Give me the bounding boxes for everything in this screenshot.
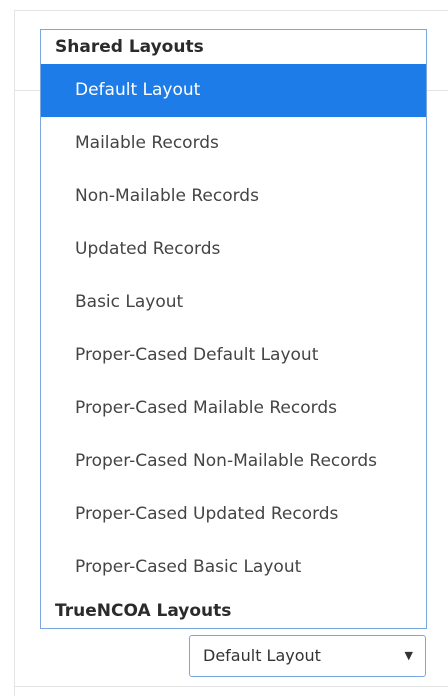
option-mailable-records[interactable]: Mailable Records: [41, 117, 426, 170]
panel-border-top: [14, 10, 448, 11]
option-non-mailable-records[interactable]: Non-Mailable Records: [41, 170, 426, 223]
layout-select[interactable]: Default Layout ▼: [189, 635, 426, 677]
option-proper-cased-basic-layout[interactable]: Proper-Cased Basic Layout: [41, 541, 426, 594]
group-header-truencoa-layouts: TrueNCOA Layouts: [55, 601, 232, 621]
divider-line: [14, 686, 448, 687]
option-proper-cased-mailable-records[interactable]: Proper-Cased Mailable Records: [41, 382, 426, 435]
option-proper-cased-default-layout[interactable]: Proper-Cased Default Layout: [41, 329, 426, 382]
layout-dropdown-list: Shared Layouts Default Layout Mailable R…: [40, 29, 427, 629]
option-proper-cased-updated-records[interactable]: Proper-Cased Updated Records: [41, 488, 426, 541]
option-updated-records[interactable]: Updated Records: [41, 223, 426, 276]
chevron-down-icon: ▼: [404, 649, 413, 662]
divider-line: [427, 90, 448, 91]
divider-line: [14, 90, 40, 91]
group-header-shared-layouts: Shared Layouts: [55, 37, 204, 57]
option-proper-cased-non-mailable-records[interactable]: Proper-Cased Non-Mailable Records: [41, 435, 426, 488]
option-basic-layout[interactable]: Basic Layout: [41, 276, 426, 329]
layout-select-value: Default Layout: [203, 646, 321, 665]
panel-border-left: [14, 10, 15, 696]
option-default-layout[interactable]: Default Layout: [41, 64, 426, 117]
